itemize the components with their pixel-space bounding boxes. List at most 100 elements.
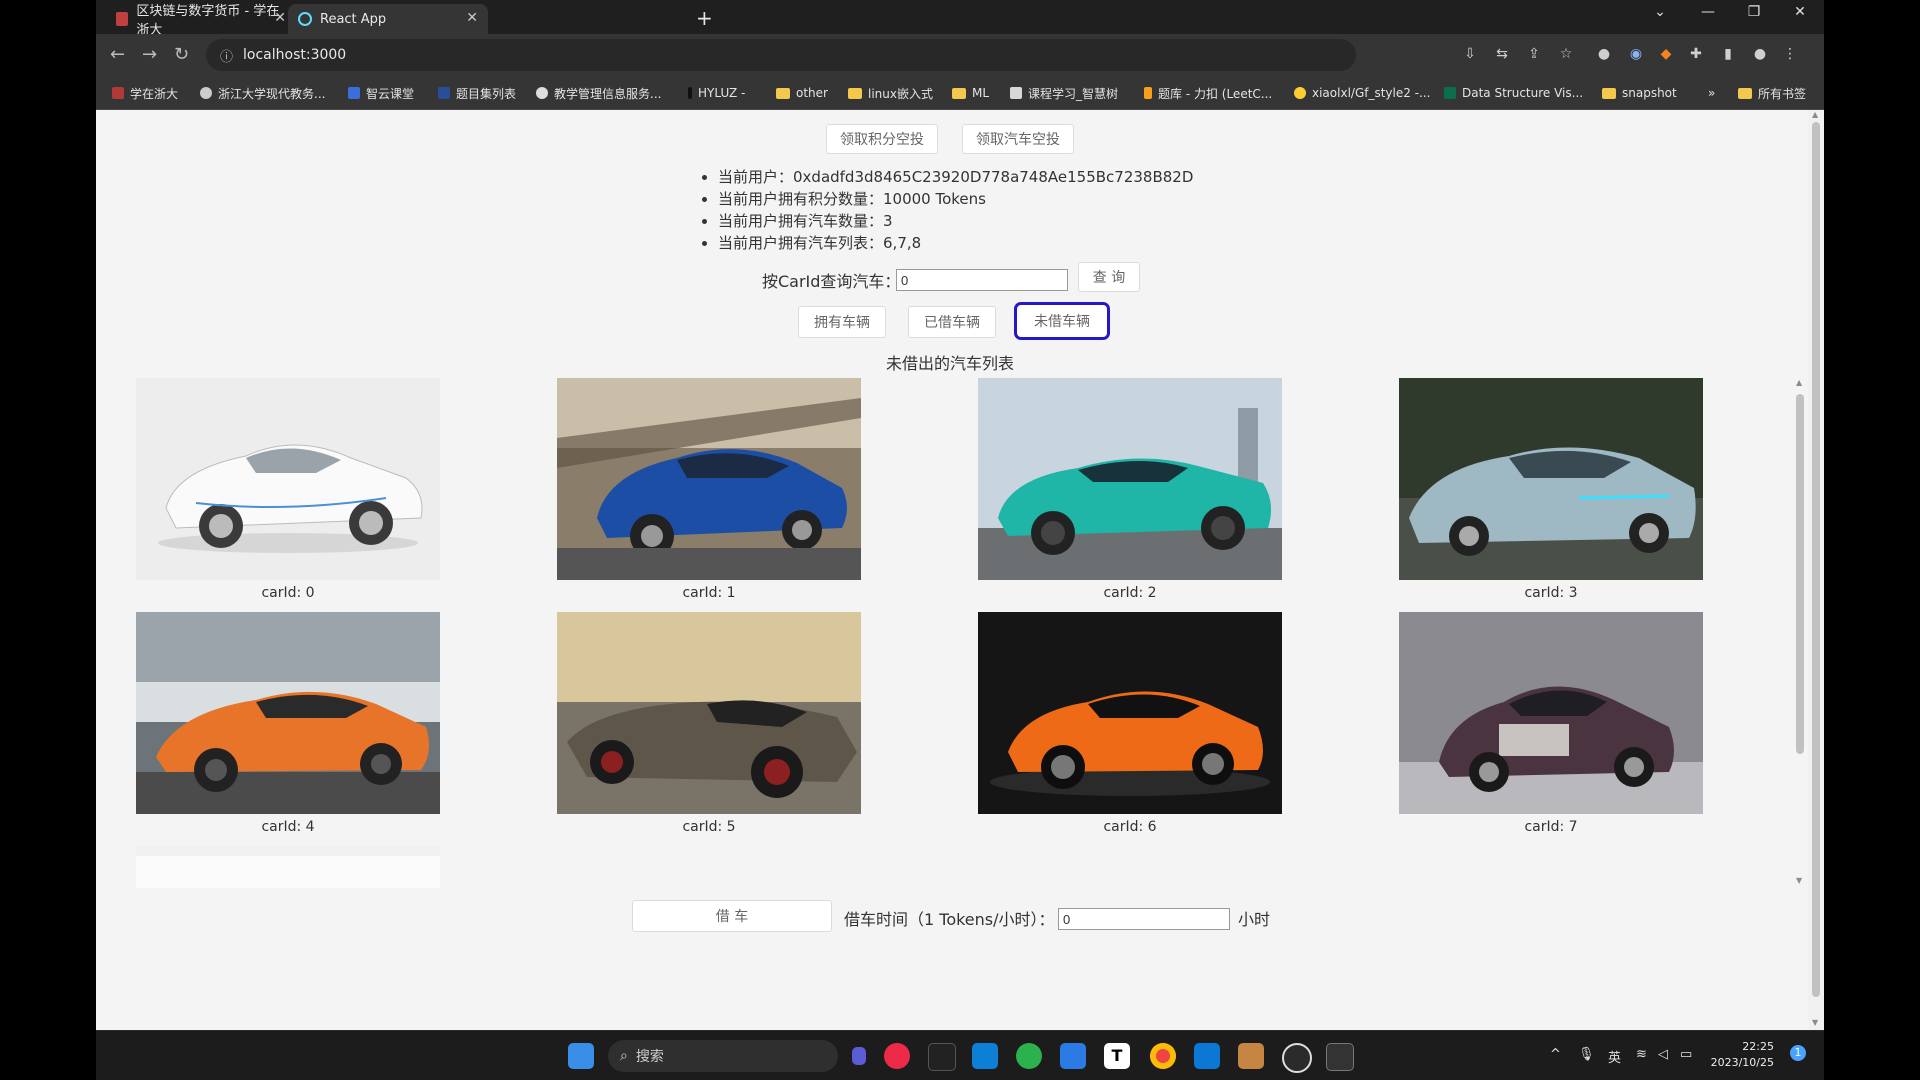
close-icon[interactable]: ✕	[274, 10, 286, 26]
query-button[interactable]: 查 询	[1078, 262, 1140, 292]
scroll-thumb[interactable]	[1796, 394, 1804, 754]
bookmark-item[interactable]: 浙江大学现代教务...	[200, 84, 325, 102]
close-icon[interactable]: ✕	[466, 10, 478, 26]
notification-badge[interactable]: 1	[1790, 1045, 1806, 1061]
car-card[interactable]: carId: 7	[1399, 612, 1703, 835]
car-card[interactable]: carId: 6	[978, 612, 1282, 835]
terminal-icon[interactable]	[1326, 1043, 1354, 1071]
clock-time: 22:25	[1742, 1040, 1774, 1053]
extension-blue-icon[interactable]: ◉	[1628, 46, 1644, 62]
ime-indicator[interactable]: 英	[1608, 1047, 1621, 1066]
back-icon[interactable]: ←	[110, 44, 125, 65]
bookmark-item[interactable]: 教学管理信息服务...	[536, 84, 661, 102]
office-icon[interactable]	[972, 1043, 998, 1069]
all-bookmarks[interactable]: 所有书签	[1738, 84, 1806, 102]
bookmark-item[interactable]: 题库 - 力扣 (LeetC...	[1144, 84, 1272, 102]
zju-seal-icon	[536, 87, 548, 99]
bookmark-item[interactable]: snapshot	[1602, 84, 1677, 102]
tab-xuezaizheda[interactable]: 区块链与数字货币 - 学在浙大 ✕	[106, 4, 296, 38]
install-icon[interactable]: ⇩	[1462, 46, 1478, 62]
hf-icon	[1294, 87, 1306, 99]
bookmark-item[interactable]: Data Structure Vis...	[1444, 84, 1583, 102]
profile-icon[interactable]: ●	[1752, 46, 1768, 62]
tab-react-app[interactable]: React App ✕	[288, 4, 488, 34]
car-card[interactable]: carId: 0	[136, 378, 440, 601]
qq-icon[interactable]	[928, 1043, 956, 1071]
obs-icon[interactable]	[1282, 1043, 1312, 1073]
car-card[interactable]: carId: 4	[136, 612, 440, 835]
task-view-icon[interactable]	[852, 1047, 866, 1065]
restore-icon[interactable]: ❐	[1734, 4, 1774, 20]
scroll-down-icon[interactable]: ▼	[1812, 1018, 1818, 1027]
bookmark-item[interactable]: other	[776, 84, 828, 102]
usf-icon	[1444, 87, 1456, 99]
info-icon[interactable]: ⓘ	[220, 46, 233, 65]
bookmark-item[interactable]: xiaolxl/Gf_style2 -...	[1294, 84, 1430, 102]
translate-icon[interactable]: ⇆	[1494, 46, 1510, 62]
filter-owned-button[interactable]: 拥有车辆	[798, 306, 886, 338]
minimize-icon[interactable]: —	[1688, 4, 1728, 20]
tab-title: 区块链与数字货币 - 学在浙大	[136, 4, 280, 38]
vscode-icon[interactable]	[1194, 1043, 1220, 1069]
side-panel-icon[interactable]: ▮	[1720, 46, 1736, 62]
bookmark-item[interactable]: 智云课堂	[348, 84, 414, 102]
extension-record-icon[interactable]: ●	[1596, 46, 1612, 62]
new-tab-button[interactable]: +	[696, 6, 713, 30]
tab-search-icon[interactable]: ⌄	[1640, 4, 1680, 20]
scroll-down-icon[interactable]: ▼	[1796, 876, 1802, 885]
bookmarks-more-button[interactable]: »	[1708, 84, 1715, 102]
start-windows-icon[interactable]	[568, 1043, 594, 1069]
scroll-up-icon[interactable]: ▲	[1812, 110, 1818, 119]
menu-kebab-icon[interactable]: ⋮	[1782, 46, 1798, 62]
bookmark-item[interactable]: ML	[952, 84, 989, 102]
typora-icon[interactable]: T	[1104, 1043, 1130, 1069]
airdrop-car-button[interactable]: 领取汽车空投	[962, 124, 1074, 154]
bookmark-item[interactable]: 学在浙大	[112, 84, 178, 102]
package-icon[interactable]	[1238, 1043, 1264, 1069]
car-card-partial[interactable]	[136, 846, 440, 888]
extensions-puzzle-icon[interactable]: ✚	[1688, 46, 1704, 62]
browser-tab-strip: 区块链与数字货币 - 学在浙大 ✕ React App ✕ + ⌄ — ❐ ✕	[96, 0, 1824, 38]
battery-icon[interactable]: ▭	[1680, 1047, 1692, 1062]
mic-icon[interactable]: 🎙	[1578, 1047, 1595, 1062]
car-image	[1399, 612, 1703, 814]
feishu-icon[interactable]	[1060, 1043, 1086, 1069]
bookmark-item[interactable]: HYLUZ -	[688, 84, 745, 102]
wechat-icon[interactable]	[1016, 1043, 1042, 1069]
car-card[interactable]: carId: 2	[978, 378, 1282, 601]
taskbar-search[interactable]: ⌕ 搜索	[608, 1040, 838, 1072]
car-image	[136, 846, 440, 888]
borrow-car-button[interactable]: 借 车	[632, 900, 832, 932]
airdrop-points-button[interactable]: 领取积分空投	[826, 124, 938, 154]
chrome-icon[interactable]	[1150, 1043, 1176, 1069]
bookmark-item[interactable]: 课程学习_智慧树	[1010, 84, 1118, 102]
share-icon[interactable]: ⇪	[1526, 46, 1542, 62]
netease-music-icon[interactable]	[884, 1043, 910, 1069]
scroll-thumb[interactable]	[1812, 122, 1820, 997]
filter-borrowed-button[interactable]: 已借车辆	[908, 306, 996, 338]
info-car-list: 当前用户拥有汽车列表：6,7,8	[718, 232, 1193, 254]
volume-icon[interactable]: ◁	[1658, 1047, 1668, 1062]
car-grid-scrollbar[interactable]: ▲ ▼	[1792, 378, 1806, 888]
car-card[interactable]: carId: 1	[557, 378, 861, 601]
page-scrollbar[interactable]: ▲ ▼	[1808, 110, 1824, 1030]
tray-overflow-icon[interactable]: ^	[1550, 1047, 1561, 1062]
car-card[interactable]: carId: 3	[1399, 378, 1703, 601]
reload-icon[interactable]: ↻	[174, 44, 189, 65]
metamask-icon[interactable]: ◆	[1658, 46, 1674, 62]
bookmark-star-icon[interactable]: ☆	[1558, 46, 1574, 62]
clock[interactable]: 22:25 2023/10/25	[1711, 1039, 1774, 1071]
borrow-hours-input[interactable]	[1058, 908, 1230, 930]
car-id-input[interactable]	[896, 269, 1068, 291]
tab-title: React App	[320, 11, 387, 27]
filter-available-button[interactable]: 未借车辆	[1014, 302, 1110, 340]
wifi-icon[interactable]: ≋	[1636, 1047, 1647, 1062]
info-token-balance: 当前用户拥有积分数量：10000 Tokens	[718, 188, 1193, 210]
window-close-icon[interactable]: ✕	[1780, 4, 1820, 20]
forward-icon[interactable]: →	[142, 44, 157, 65]
car-card[interactable]: carId: 5	[557, 612, 861, 835]
address-bar[interactable]: ⓘ localhost:3000	[206, 39, 1356, 71]
bookmark-item[interactable]: linux嵌入式	[848, 84, 933, 102]
scroll-up-icon[interactable]: ▲	[1796, 378, 1802, 387]
bookmark-item[interactable]: 题目集列表	[438, 84, 516, 102]
